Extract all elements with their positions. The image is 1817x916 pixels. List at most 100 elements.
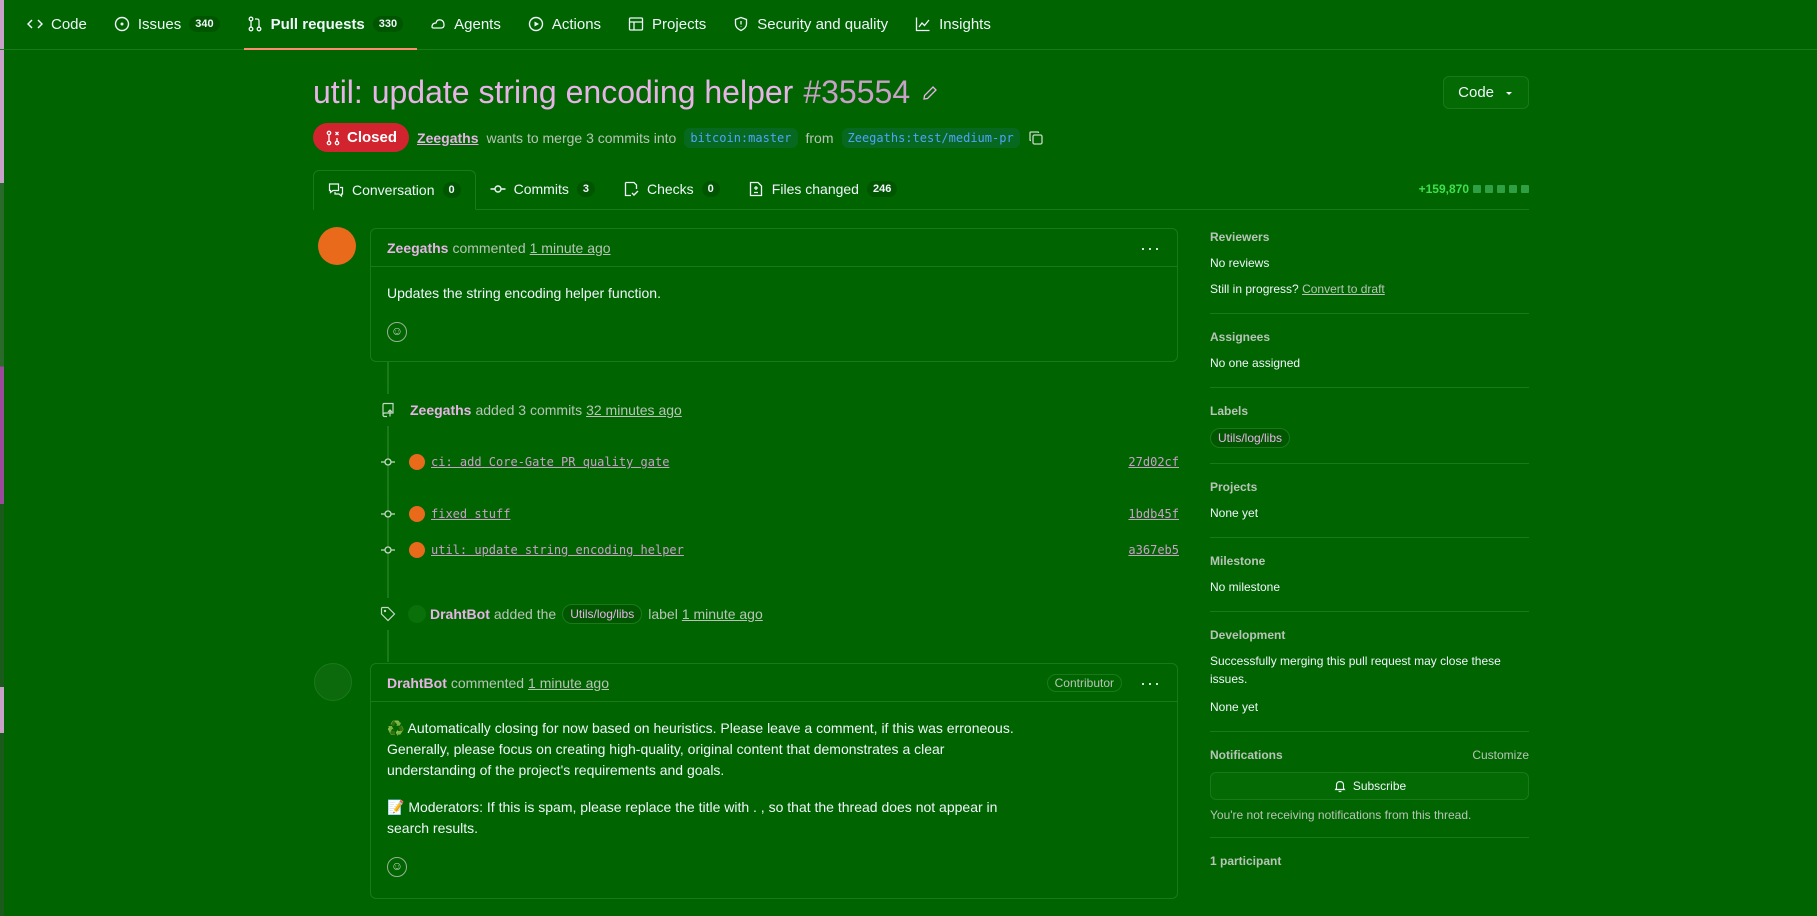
development-text: Successfully merging this pull request m… <box>1210 654 1501 686</box>
commits-event-time[interactable]: 32 minutes ago <box>586 402 682 418</box>
label-event-author[interactable]: DrahtBot <box>430 606 490 622</box>
commit-row: ci: add Core-Gate PR quality gate 27d02c… <box>373 454 1179 470</box>
diffstat-block <box>1509 185 1517 193</box>
avatar[interactable] <box>318 227 356 265</box>
development-value: None yet <box>1210 700 1259 714</box>
commit-sha[interactable]: 27d02cf <box>1128 455 1179 469</box>
pencil-icon[interactable] <box>922 85 938 101</box>
nav-pull-requests[interactable]: Pull requests 330 <box>243 0 418 50</box>
nav-actions[interactable]: Actions <box>525 0 615 49</box>
commits-event-action: added 3 commits <box>475 402 583 418</box>
pr-header: util: update string encoding helper #355… <box>313 74 1529 111</box>
pr-author-link[interactable]: Zeegaths <box>417 130 478 146</box>
nav-insights[interactable]: Insights <box>912 0 1005 49</box>
commit-sha[interactable]: a367eb5 <box>1128 543 1179 557</box>
diffstat-block <box>1473 185 1481 193</box>
sidebar-heading[interactable]: Development <box>1210 628 1529 642</box>
avatar[interactable] <box>409 454 425 470</box>
kebab-menu-icon[interactable]: ··· <box>1140 674 1161 692</box>
diffstat: +159,870 <box>1419 169 1529 209</box>
reviewers-value: No reviews <box>1210 256 1270 270</box>
nav-actions-label: Actions <box>551 15 602 33</box>
subscribe-button[interactable]: Subscribe <box>1210 772 1529 800</box>
comment-author[interactable]: Zeegaths <box>387 240 448 256</box>
tab-checks[interactable]: Checks 0 <box>609 169 734 209</box>
sidebar-projects: Projects None yet <box>1210 480 1529 538</box>
tl-icon <box>372 598 404 630</box>
avatar[interactable] <box>408 605 426 623</box>
notifications-heading-row: Notifications Customize <box>1210 748 1529 762</box>
sidebar-assignees: Assignees No one assigned <box>1210 330 1529 388</box>
label-event-time[interactable]: 1 minute ago <box>682 606 763 622</box>
head-branch[interactable]: Zeegaths:test/medium-pr <box>841 127 1020 148</box>
label-chip[interactable]: Utils/log/libs <box>562 604 643 624</box>
sidebar-heading[interactable]: Reviewers <box>1210 230 1529 244</box>
commit-message[interactable]: util: update string encoding helper <box>431 543 684 557</box>
nav-issues-count: 340 <box>189 16 220 32</box>
commit-message[interactable]: ci: add Core-Gate PR quality gate <box>431 455 669 469</box>
comment-body: Updates the string encoding helper funct… <box>371 267 1177 358</box>
tab-commits-label: Commits <box>513 181 569 197</box>
git-commit-icon <box>381 458 395 466</box>
copy-icon[interactable] <box>1028 130 1044 146</box>
sidebar-heading[interactable]: Projects <box>1210 480 1529 494</box>
sidebar-heading[interactable]: Assignees <box>1210 330 1529 344</box>
tab-checks-label: Checks <box>646 181 694 197</box>
pr-closed-icon <box>326 130 340 145</box>
add-reaction-icon[interactable]: ☺ <box>387 856 407 877</box>
triangle-down-icon <box>1506 91 1512 95</box>
nav-agents[interactable]: Agents <box>427 0 515 49</box>
nav-projects[interactable]: Projects <box>625 0 720 49</box>
left-edge-stripe <box>0 0 4 916</box>
comment-header: DrahtBot commented 1 minute ago Contribu… <box>371 664 1177 702</box>
nav-security[interactable]: Security and quality <box>730 0 902 49</box>
merge-text: wants to merge 3 commits into <box>486 129 677 146</box>
bot-comment: DrahtBot commented 1 minute ago Contribu… <box>370 663 1178 899</box>
commit-row: fixed stuff 1bdb45f <box>373 506 1179 522</box>
diffstat-additions: +159,870 <box>1418 182 1469 196</box>
sidebar-heading[interactable]: Milestone <box>1210 554 1529 568</box>
comment-time[interactable]: 1 minute ago <box>528 675 609 691</box>
tab-files-changed[interactable]: Files changed 246 <box>734 169 912 209</box>
add-reaction-icon[interactable]: ☺ <box>387 321 407 342</box>
tab-checks-count: 0 <box>701 181 720 197</box>
git-commit-icon <box>381 546 395 554</box>
commits-event-author[interactable]: Zeegaths <box>410 402 471 418</box>
comment-discussion-icon <box>328 183 344 198</box>
progress-question: Still in progress? <box>1210 282 1299 296</box>
repo-nav: Code Issues 340 Pull requests 330 Agents… <box>0 0 1817 50</box>
customize-link[interactable]: Customize <box>1472 748 1529 762</box>
pr-meta: Closed Zeegaths wants to merge 3 commits… <box>313 123 1044 152</box>
role-badge: Contributor <box>1046 673 1123 692</box>
pr-title: util: update string encoding helper <box>313 74 794 110</box>
tab-commits[interactable]: Commits 3 <box>476 169 609 209</box>
commit-message[interactable]: fixed stuff <box>431 507 510 521</box>
convert-to-draft-link[interactable]: Convert to draft <box>1302 282 1385 296</box>
code-icon <box>27 19 43 29</box>
sidebar-heading[interactable]: Labels <box>1210 404 1529 418</box>
comment-author[interactable]: DrahtBot <box>387 675 447 691</box>
avatar[interactable] <box>314 663 352 701</box>
base-branch[interactable]: bitcoin:master <box>684 127 798 148</box>
comment-text: ♻️ Automatically closing for now based o… <box>387 720 1014 778</box>
kebab-menu-icon[interactable]: ··· <box>1140 239 1161 257</box>
agents-icon <box>431 19 445 29</box>
nav-agents-label: Agents <box>454 15 501 33</box>
label-chip[interactable]: Utils/log/libs <box>1210 428 1291 448</box>
nav-insights-label: Insights <box>939 15 991 33</box>
commit-sha[interactable]: 1bdb45f <box>1128 507 1179 521</box>
nav-issues[interactable]: Issues 340 <box>111 0 234 49</box>
nav-code-label: Code <box>51 15 87 33</box>
git-commit-icon <box>490 185 506 193</box>
comment-time[interactable]: 1 minute ago <box>530 240 611 256</box>
checklist-icon <box>624 181 639 197</box>
git-commit-icon <box>381 510 395 518</box>
avatar[interactable] <box>409 542 425 558</box>
code-dropdown-button[interactable]: Code <box>1443 76 1529 109</box>
sidebar: Reviewers No reviews Still in progress? … <box>1210 230 1529 878</box>
nav-code[interactable]: Code <box>24 0 101 49</box>
tab-conversation[interactable]: Conversation 0 <box>313 170 476 210</box>
avatar[interactable] <box>409 506 425 522</box>
nav-projects-label: Projects <box>652 15 707 33</box>
state-label: Closed <box>347 129 398 146</box>
